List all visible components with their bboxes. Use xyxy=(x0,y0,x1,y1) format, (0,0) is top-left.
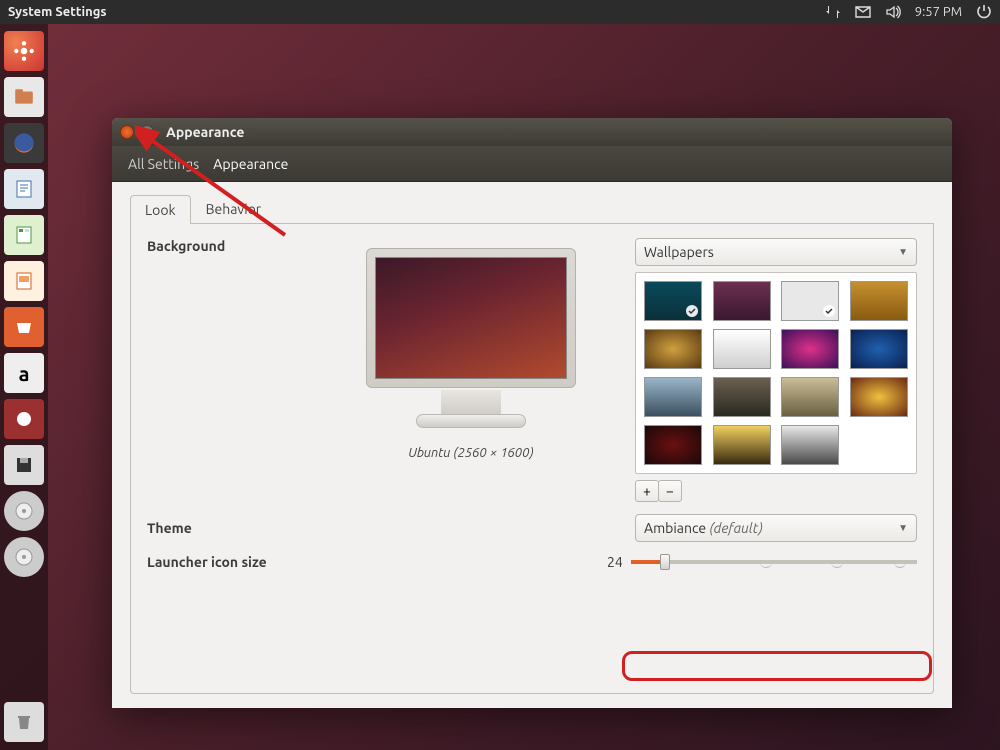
wallpaper-thumb[interactable] xyxy=(781,377,839,417)
theme-heading: Theme xyxy=(147,520,635,536)
power-icon[interactable] xyxy=(976,4,992,20)
launcher-bar: a xyxy=(0,24,48,750)
tab-behavior[interactable]: Behavior xyxy=(191,194,277,223)
wallpaper-thumb[interactable] xyxy=(781,329,839,369)
appearance-window: Appearance All Settings Appearance Look … xyxy=(112,118,952,708)
wallpaper-thumb[interactable] xyxy=(644,425,702,465)
breadcrumb-current[interactable]: Appearance xyxy=(213,156,288,172)
launcher-floppy-icon[interactable] xyxy=(4,445,44,485)
launcher-trash-icon[interactable] xyxy=(4,702,44,742)
background-heading: Background xyxy=(147,238,307,254)
wallpaper-caption: Ubuntu (2560 × 1600) xyxy=(307,446,635,460)
launcher-software-icon[interactable] xyxy=(4,307,44,347)
breadcrumb-all-settings[interactable]: All Settings xyxy=(128,156,199,172)
launcher-calc-icon[interactable] xyxy=(4,215,44,255)
wallpaper-source-label: Wallpapers xyxy=(644,244,714,260)
launcher-size-slider[interactable]: 24 xyxy=(607,554,917,570)
add-wallpaper-button[interactable]: + xyxy=(635,480,659,502)
tab-look[interactable]: Look xyxy=(130,195,191,224)
top-panel: System Settings 9:57 PM xyxy=(0,0,1000,24)
launcher-impress-icon[interactable] xyxy=(4,261,44,301)
wallpaper-thumb[interactable] xyxy=(781,281,839,321)
wallpaper-thumb[interactable] xyxy=(644,377,702,417)
launcher-size-heading: Launcher icon size xyxy=(147,554,607,570)
launcher-writer-icon[interactable] xyxy=(4,169,44,209)
window-title: Appearance xyxy=(166,124,244,140)
clock-text[interactable]: 9:57 PM xyxy=(915,5,962,19)
launcher-disc1-icon[interactable] xyxy=(4,491,44,531)
annotation-highlight-box xyxy=(622,651,932,681)
wallpaper-thumb[interactable] xyxy=(713,329,771,369)
wallpaper-gallery xyxy=(635,272,917,474)
wallpaper-thumb[interactable] xyxy=(713,425,771,465)
theme-default-suffix: (default) xyxy=(709,520,762,536)
network-icon[interactable] xyxy=(825,4,841,20)
window-minimize-button[interactable] xyxy=(140,125,154,139)
slider-knob[interactable] xyxy=(660,554,670,570)
theme-dropdown[interactable]: Ambiance (default) ▼ xyxy=(635,514,917,542)
chevron-down-icon: ▼ xyxy=(898,246,908,258)
wallpaper-source-dropdown[interactable]: Wallpapers ▼ xyxy=(635,238,917,266)
window-titlebar[interactable]: Appearance xyxy=(112,118,952,146)
launcher-settings-icon[interactable] xyxy=(4,399,44,439)
tab-pane-look: Background Ubuntu (2560 × 1600) Wallpape… xyxy=(130,224,934,694)
wallpaper-thumb[interactable] xyxy=(850,329,908,369)
wallpaper-thumb[interactable] xyxy=(781,425,839,465)
wallpaper-thumb[interactable] xyxy=(850,377,908,417)
launcher-size-value: 24 xyxy=(607,554,623,570)
remove-wallpaper-button[interactable]: − xyxy=(658,480,682,502)
monitor-icon xyxy=(366,248,576,388)
wallpaper-thumb[interactable] xyxy=(644,329,702,369)
theme-value: Ambiance xyxy=(644,520,706,536)
wallpaper-thumb[interactable] xyxy=(713,377,771,417)
panel-app-title: System Settings xyxy=(8,5,107,19)
wallpaper-thumb[interactable] xyxy=(850,281,908,321)
launcher-amazon-icon[interactable]: a xyxy=(4,353,44,393)
breadcrumb-bar: All Settings Appearance xyxy=(112,146,952,182)
slider-track[interactable] xyxy=(631,560,917,564)
wallpaper-preview: Ubuntu (2560 × 1600) xyxy=(307,238,635,502)
tabs: Look Behavior xyxy=(130,194,934,224)
mail-icon[interactable] xyxy=(855,4,871,20)
window-close-button[interactable] xyxy=(120,125,134,139)
wallpaper-thumb[interactable] xyxy=(644,281,702,321)
launcher-dash-icon[interactable] xyxy=(4,31,44,71)
chevron-down-icon: ▼ xyxy=(898,522,908,534)
launcher-firefox-icon[interactable] xyxy=(4,123,44,163)
launcher-files-icon[interactable] xyxy=(4,77,44,117)
wallpaper-thumb[interactable] xyxy=(713,281,771,321)
launcher-disc2-icon[interactable] xyxy=(4,537,44,577)
volume-icon[interactable] xyxy=(885,4,901,20)
